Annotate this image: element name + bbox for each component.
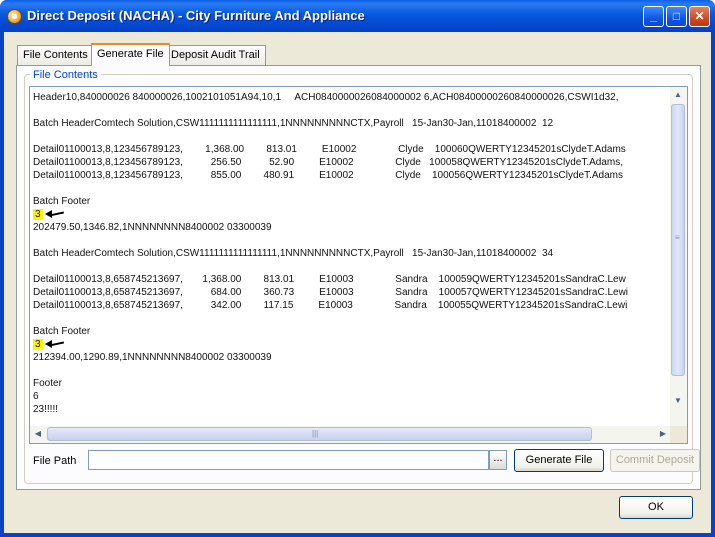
file-line: Batch HeaderComtech Solution,CSW11111111…: [33, 248, 554, 259]
file-line: Footer: [33, 378, 62, 389]
file-contents-group: File Contents Header10,840000026 8400000…: [24, 69, 700, 484]
generate-file-panel: File Contents Header10,840000026 8400000…: [16, 65, 701, 490]
file-line: 202479.50,1346.82,1NNNNNNNN8400002 03300…: [33, 222, 272, 233]
grip-icon: |||: [312, 429, 319, 438]
file-line: Detail01100013,8,123456789123, 256.50 52…: [33, 157, 623, 168]
horizontal-scrollbar[interactable]: ◀ ||| ▶: [30, 426, 672, 443]
file-line: [33, 130, 673, 143]
file-line: Detail01100013,8,658745213697, 1,368.00 …: [33, 274, 626, 285]
title-bar[interactable]: Direct Deposit (NACHA) - City Furniture …: [0, 0, 715, 32]
file-line: 3: [33, 208, 673, 221]
dialog-body: File Contents Generate File Deposit Audi…: [4, 32, 711, 533]
file-line: [33, 182, 673, 195]
pointer-arrow-icon: [44, 210, 65, 219]
dialog-window: Direct Deposit (NACHA) - City Furniture …: [0, 0, 715, 537]
file-line: Detail01100013,8,658745213697, 684.00 36…: [33, 287, 629, 298]
file-contents-text: Header10,840000026 840000026,1002101051A…: [33, 91, 673, 419]
file-line: Batch Footer: [33, 196, 91, 207]
file-line: [33, 364, 673, 377]
vertical-scrollbar[interactable]: ▲ ≡ ▼: [670, 87, 687, 427]
app-icon: [7, 9, 22, 24]
tab-deposit-audit-trail[interactable]: Deposit Audit Trail: [165, 45, 266, 65]
maximize-button[interactable]: □: [666, 6, 687, 27]
file-line: Detail01100013,8,123456789123, 1,368.00 …: [33, 144, 626, 155]
scroll-down-arrow-icon[interactable]: ▼: [670, 393, 686, 409]
tab-file-contents[interactable]: File Contents: [17, 45, 94, 65]
browse-button[interactable]: ...: [489, 450, 507, 470]
file-line: Batch HeaderComtech Solution,CSW11111111…: [33, 118, 554, 129]
file-line: 23!!!!!: [33, 404, 59, 415]
tab-generate-file[interactable]: Generate File: [91, 43, 170, 66]
generate-file-button[interactable]: Generate File: [514, 449, 604, 472]
file-line: [33, 260, 673, 273]
file-line: Detail01100013,8,123456789123, 855.00 48…: [33, 170, 624, 181]
vertical-scroll-thumb[interactable]: ≡: [671, 104, 685, 376]
file-line: [33, 234, 673, 247]
scrollbar-corner: [670, 426, 687, 443]
ok-button[interactable]: OK: [619, 496, 693, 519]
pointer-arrow-icon: [44, 340, 65, 349]
file-contents-group-label: File Contents: [30, 69, 101, 81]
window-title: Direct Deposit (NACHA) - City Furniture …: [27, 8, 365, 23]
file-line: 3: [33, 338, 673, 351]
file-path-label: File Path: [33, 455, 77, 467]
horizontal-scroll-thumb[interactable]: |||: [47, 427, 592, 441]
file-line: 212394.00,1290.89,1NNNNNNNN8400002 03300…: [33, 352, 272, 363]
highlighted-count: 3: [33, 209, 43, 220]
file-line: Detail01100013,8,658745213697, 342.00 11…: [33, 300, 628, 311]
scroll-left-arrow-icon[interactable]: ◀: [30, 426, 46, 442]
grip-icon: ≡: [675, 233, 680, 242]
file-path-input[interactable]: [88, 450, 489, 470]
minimize-button[interactable]: _: [643, 6, 664, 27]
file-contents-textarea[interactable]: Header10,840000026 840000026,1002101051A…: [29, 86, 688, 444]
commit-deposit-button[interactable]: Commit Deposit: [610, 449, 700, 472]
highlighted-count: 3: [33, 339, 43, 350]
file-line: [33, 312, 673, 325]
scroll-right-arrow-icon[interactable]: ▶: [655, 426, 671, 442]
file-line: [33, 104, 673, 117]
close-button[interactable]: ✕: [689, 6, 710, 27]
file-line: 6: [33, 391, 39, 402]
file-line: Batch Footer: [33, 326, 91, 337]
file-line: Header10,840000026 840000026,1002101051A…: [33, 92, 619, 103]
scroll-up-arrow-icon[interactable]: ▲: [670, 87, 686, 103]
